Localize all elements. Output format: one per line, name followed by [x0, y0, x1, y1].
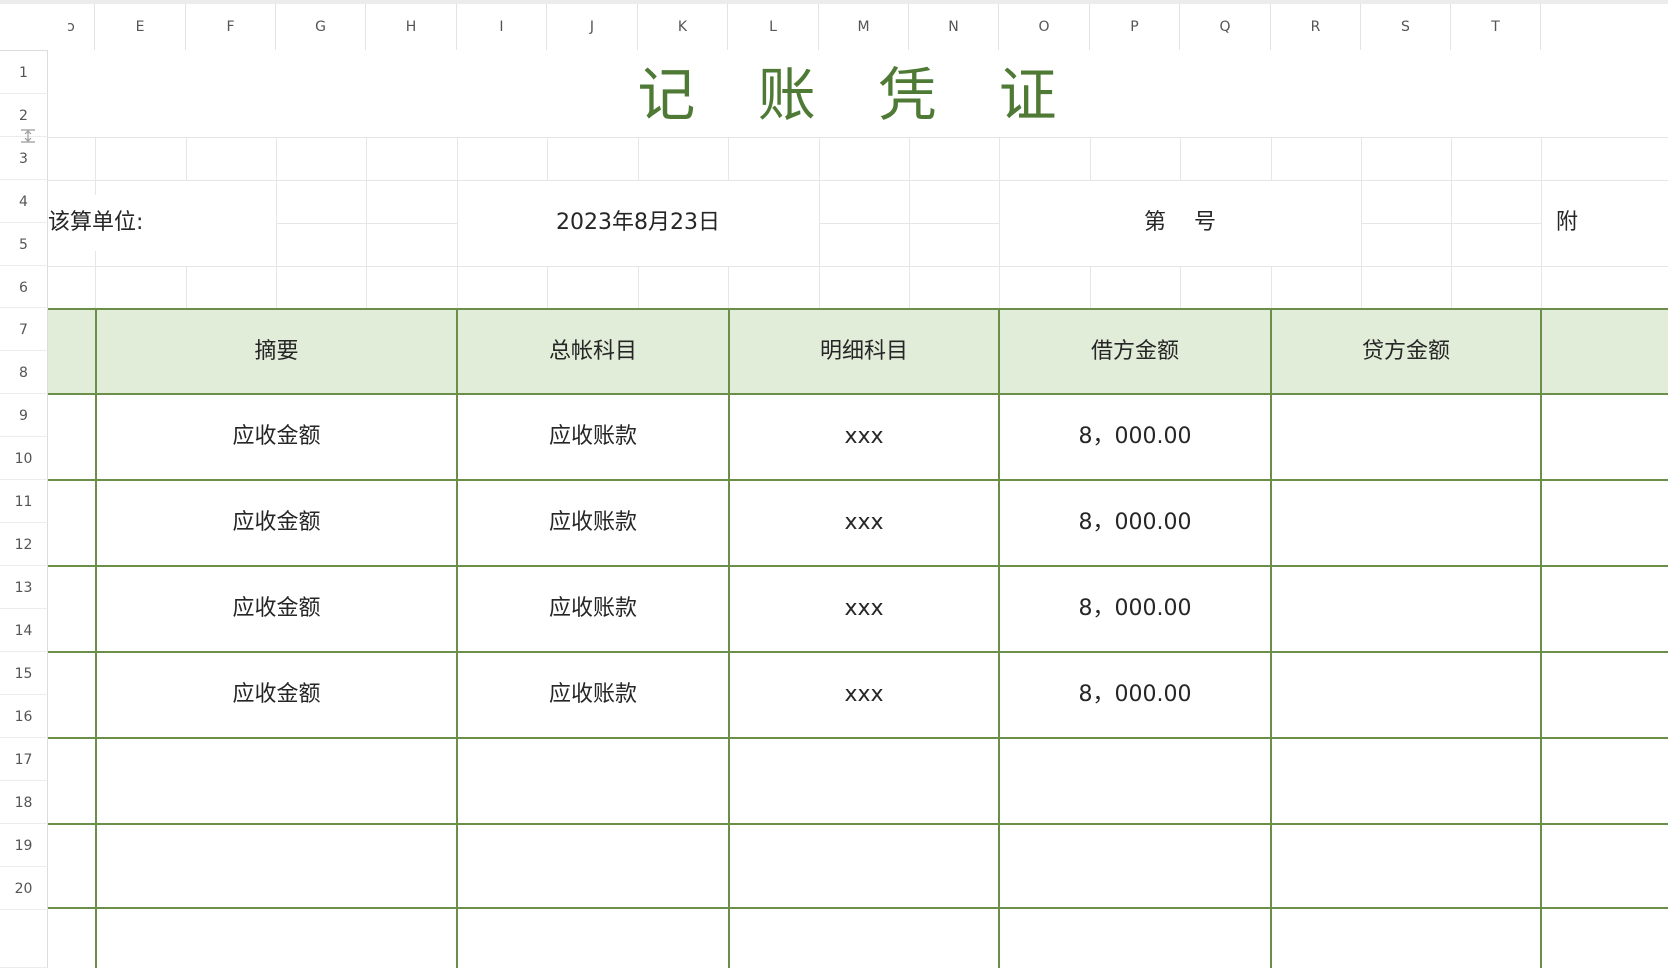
- cell-debit[interactable]: 8，000.00: [1000, 653, 1270, 737]
- row-header-10[interactable]: 10: [0, 437, 48, 480]
- column-header-n[interactable]: N: [909, 4, 999, 50]
- row-header-15[interactable]: 15: [0, 652, 48, 695]
- row-header-4[interactable]: 4: [0, 180, 48, 223]
- row-header-7[interactable]: 7: [0, 308, 48, 351]
- sheet-area[interactable]: 记 账 凭 证 该算单位: 2023年8月23日 第 号 附 摘要 总帐科目 明…: [48, 50, 1668, 968]
- column-header-s[interactable]: S: [1361, 4, 1451, 50]
- row-header-19[interactable]: 19: [0, 824, 48, 867]
- cell-general-account[interactable]: [458, 739, 728, 823]
- cell-credit[interactable]: [1272, 653, 1540, 737]
- row-resize-icon[interactable]: [18, 128, 38, 144]
- header-summary: 摘要: [254, 339, 299, 364]
- row-header-13[interactable]: 13: [0, 566, 48, 609]
- attachment-label-cut: 附: [1556, 195, 1596, 251]
- cell-summary[interactable]: 应收金额: [97, 653, 456, 737]
- cell-credit[interactable]: [1272, 567, 1540, 651]
- column-header-k[interactable]: K: [638, 4, 728, 50]
- cell-summary[interactable]: [97, 739, 456, 823]
- column-header-u[interactable]: [1541, 4, 1668, 50]
- cell-general-account[interactable]: [458, 825, 728, 907]
- column-header-m[interactable]: M: [819, 4, 909, 50]
- column-header-t[interactable]: T: [1451, 4, 1541, 50]
- column-header-p[interactable]: P: [1090, 4, 1180, 50]
- row-header-16[interactable]: 16: [0, 695, 48, 738]
- cell-credit[interactable]: [1272, 739, 1540, 823]
- column-header-bar: ↄ E F G H I J K L M N O P Q R S T: [0, 4, 1668, 51]
- row-header-18[interactable]: 18: [0, 781, 48, 824]
- cell-debit[interactable]: [1000, 739, 1270, 823]
- header-general-ledger-account: 总帐科目: [548, 339, 637, 364]
- cell-general-account[interactable]: 应收账款: [458, 395, 728, 479]
- cell-credit[interactable]: [1272, 825, 1540, 907]
- row-header-21[interactable]: [0, 910, 48, 968]
- header-debit-amount: 借方金额: [1090, 339, 1179, 364]
- column-header-r[interactable]: R: [1271, 4, 1361, 50]
- voucher-title: 记 账 凭 证: [48, 50, 1668, 137]
- row-header-20[interactable]: 20: [0, 867, 48, 910]
- cell-summary[interactable]: 应收金额: [97, 481, 456, 565]
- cell-debit[interactable]: [1000, 825, 1270, 907]
- header-detail-account: 明细科目: [819, 339, 908, 364]
- cell-general-account[interactable]: 应收账款: [458, 653, 728, 737]
- cell-detail-account[interactable]: [730, 825, 998, 907]
- cell-debit[interactable]: 8，000.00: [1000, 481, 1270, 565]
- voucher-table: 摘要 总帐科目 明细科目 借方金额 贷方金额 应收金额 应收账款 xxx 8，0…: [48, 308, 1668, 968]
- cell-credit[interactable]: [1272, 395, 1540, 479]
- row-header-1[interactable]: 1: [0, 50, 48, 94]
- cell-debit[interactable]: 8，000.00: [1000, 395, 1270, 479]
- voucher-date: 2023年8月23日: [458, 183, 818, 263]
- column-header-l[interactable]: L: [728, 4, 819, 50]
- column-header-h[interactable]: H: [366, 4, 457, 50]
- voucher-number-label: 第 号: [1000, 183, 1360, 263]
- column-header-q[interactable]: Q: [1180, 4, 1271, 50]
- row-header-8[interactable]: 8: [0, 351, 48, 394]
- cell-credit[interactable]: [1272, 481, 1540, 565]
- row-header-11[interactable]: 11: [0, 480, 48, 523]
- accounting-unit-label: 该算单位:: [48, 195, 273, 251]
- column-header-e[interactable]: E: [95, 4, 186, 50]
- column-header-j[interactable]: J: [547, 4, 638, 50]
- row-header-9[interactable]: 9: [0, 394, 48, 437]
- cell-detail-account[interactable]: [730, 739, 998, 823]
- row-header-5[interactable]: 5: [0, 223, 48, 266]
- column-header-g[interactable]: G: [276, 4, 366, 50]
- column-header-o[interactable]: O: [999, 4, 1090, 50]
- row-header-bar: 1 2 3 4 5 6 7 8 9 10 11 12 13 14 15 16 1…: [0, 50, 48, 968]
- column-header-d[interactable]: ↄ: [48, 4, 95, 50]
- row-header-6[interactable]: 6: [0, 266, 48, 308]
- cell-detail-account[interactable]: xxx: [730, 395, 998, 479]
- column-header-f[interactable]: F: [186, 4, 276, 50]
- cell-detail-account[interactable]: xxx: [730, 481, 998, 565]
- cell-general-account[interactable]: 应收账款: [458, 481, 728, 565]
- header-credit-amount: 贷方金额: [1361, 339, 1450, 364]
- cell-general-account[interactable]: 应收账款: [458, 567, 728, 651]
- cell-debit[interactable]: 8，000.00: [1000, 567, 1270, 651]
- cell-detail-account[interactable]: xxx: [730, 653, 998, 737]
- row-header-14[interactable]: 14: [0, 609, 48, 652]
- cell-summary[interactable]: 应收金额: [97, 395, 456, 479]
- cell-summary[interactable]: [97, 825, 456, 907]
- cell-summary[interactable]: 应收金额: [97, 567, 456, 651]
- cell-detail-account[interactable]: xxx: [730, 567, 998, 651]
- row-header-12[interactable]: 12: [0, 523, 48, 566]
- row-header-17[interactable]: 17: [0, 738, 48, 781]
- column-header-i[interactable]: I: [457, 4, 547, 50]
